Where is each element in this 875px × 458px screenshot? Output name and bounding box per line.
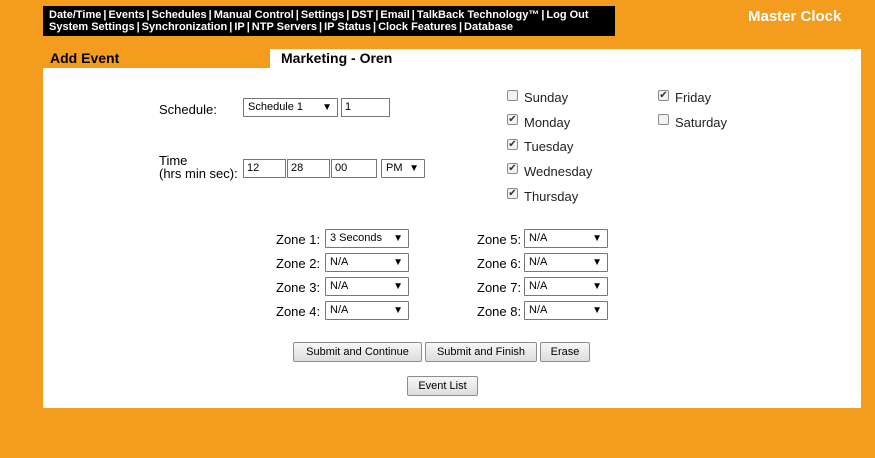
chevron-down-icon: ▼ — [409, 163, 419, 174]
nav-row-1: Date/Time | Events | Schedules | Manual Contro… — [49, 9, 589, 21]
chevron-down-icon: ▼ — [592, 281, 602, 292]
zone-5-label: Zone 5: — [477, 232, 522, 247]
sunday-label: Sunday — [524, 90, 569, 105]
nav-link-clock-features[interactable]: Clock Features — [378, 21, 457, 33]
monday-label: Monday — [524, 115, 571, 130]
monday-checkbox[interactable]: ✔ — [507, 114, 518, 125]
time-label: Time (hrs min sec): — [159, 153, 238, 181]
nav-link-ip-status[interactable]: IP Status — [324, 21, 371, 33]
submit-finish-button[interactable]: Submit and Finish — [425, 342, 537, 362]
section-title: Marketing - Oren — [270, 49, 861, 68]
schedule-number-input[interactable]: 1 — [341, 98, 390, 117]
chevron-down-icon: ▼ — [592, 233, 602, 244]
top-nav: Date/Time | Events | Schedules | Manual Contro… — [43, 6, 615, 36]
thursday-label: Thursday — [524, 189, 579, 204]
schedule-label: Schedule: — [159, 102, 217, 117]
minutes-input[interactable]: 28 — [287, 159, 330, 178]
submit-continue-button[interactable]: Submit and Continue — [293, 342, 422, 362]
schedule-select[interactable]: Schedule 1 ▼ — [243, 98, 338, 117]
nav-link-database[interactable]: Database — [464, 21, 513, 33]
friday-checkbox[interactable]: ✔ — [658, 90, 669, 101]
chevron-down-icon: ▼ — [393, 281, 403, 292]
zone-1-label: Zone 1: — [276, 232, 321, 247]
nav-link-dst[interactable]: DST — [351, 9, 373, 21]
chevron-down-icon: ▼ — [322, 102, 332, 113]
friday-label: Friday — [675, 90, 712, 105]
zone-8-label: Zone 8: — [477, 304, 522, 319]
nav-link-talkback[interactable]: TalkBack Technology™ — [417, 9, 539, 21]
nav-link-events[interactable]: Events — [108, 9, 144, 21]
erase-button[interactable]: Erase — [540, 342, 590, 362]
thursday-checkbox[interactable]: ✔ — [507, 188, 518, 199]
zone-7-select[interactable]: N/A ▼ — [524, 277, 608, 296]
hours-input[interactable]: 12 — [243, 159, 286, 178]
chevron-down-icon: ▼ — [393, 233, 403, 244]
nav-link-synchronization[interactable]: Synchronization — [142, 21, 228, 33]
chevron-down-icon: ▼ — [592, 257, 602, 268]
nav-row-2: System Settings | Synchronization | IP | NTP S… — [49, 21, 513, 33]
nav-link-system-settings[interactable]: System Settings — [49, 21, 135, 33]
nav-link-date-time[interactable]: Date/Time — [49, 9, 101, 21]
nav-link-manual-control[interactable]: Manual Control — [214, 9, 294, 21]
sunday-checkbox[interactable] — [507, 90, 518, 101]
page-title: Add Event — [43, 49, 270, 68]
zone-1-select[interactable]: 3 Seconds ▼ — [325, 229, 409, 248]
brand-title: Master Clock — [748, 8, 842, 25]
form-panel: Schedule: Schedule 1 ▼ 1 Time (hrs min s… — [43, 68, 861, 408]
tuesday-label: Tuesday — [524, 139, 574, 154]
saturday-label: Saturday — [675, 115, 728, 130]
wednesday-checkbox[interactable]: ✔ — [507, 163, 518, 174]
zone-3-select[interactable]: N/A ▼ — [325, 277, 409, 296]
ampm-select[interactable]: PM ▼ — [381, 159, 425, 178]
zone-3-label: Zone 3: — [276, 280, 321, 295]
nav-link-ntp-servers[interactable]: NTP Servers — [252, 21, 317, 33]
nav-link-ip[interactable]: IP — [234, 21, 244, 33]
wednesday-label: Wednesday — [524, 164, 593, 179]
zone-5-select[interactable]: N/A ▼ — [524, 229, 608, 248]
nav-link-email[interactable]: Email — [380, 9, 409, 21]
zone-6-label: Zone 6: — [477, 256, 522, 271]
zone-2-label: Zone 2: — [276, 256, 321, 271]
saturday-checkbox[interactable] — [658, 114, 669, 125]
tuesday-checkbox[interactable]: ✔ — [507, 139, 518, 150]
zone-2-select[interactable]: N/A ▼ — [325, 253, 409, 272]
zone-4-label: Zone 4: — [276, 304, 321, 319]
zone-8-select[interactable]: N/A ▼ — [524, 301, 608, 320]
chevron-down-icon: ▼ — [393, 257, 403, 268]
chevron-down-icon: ▼ — [393, 305, 403, 316]
nav-link-settings[interactable]: Settings — [301, 9, 344, 21]
event-list-button[interactable]: Event List — [407, 376, 478, 396]
chevron-down-icon: ▼ — [592, 305, 602, 316]
seconds-input[interactable]: 00 — [331, 159, 377, 178]
nav-link-schedules[interactable]: Schedules — [152, 9, 207, 21]
nav-link-log-out[interactable]: Log Out — [546, 9, 588, 21]
zone-6-select[interactable]: N/A ▼ — [524, 253, 608, 272]
zone-7-label: Zone 7: — [477, 280, 522, 295]
zone-4-select[interactable]: N/A ▼ — [325, 301, 409, 320]
